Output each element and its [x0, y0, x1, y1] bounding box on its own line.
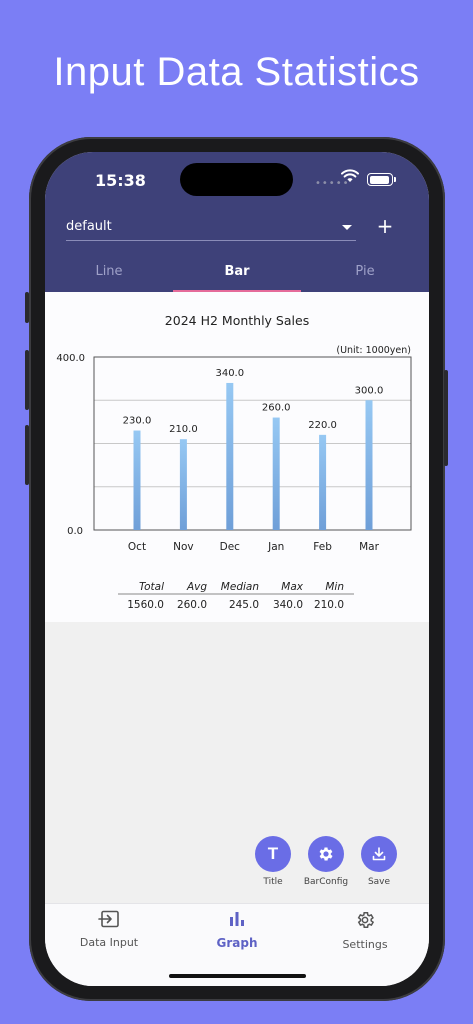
y-tick-label-max: 400.0	[56, 353, 85, 364]
y-tick-label-min: 0.0	[67, 526, 83, 537]
power-button	[444, 370, 448, 466]
nav-data-input[interactable]: Data Input	[45, 910, 173, 949]
title-button[interactable]: T	[255, 836, 291, 872]
x-tick-label: Dec	[220, 541, 241, 553]
add-dataset-button[interactable]: +	[375, 214, 395, 238]
nav-graph[interactable]: Graph	[173, 910, 301, 950]
bar	[226, 382, 234, 530]
x-tick-label: Jan	[267, 541, 284, 553]
action-title-group: T Title	[243, 836, 303, 887]
tab-bar[interactable]: Bar	[173, 264, 301, 279]
input-icon	[98, 910, 119, 928]
stats-header: Avg	[186, 581, 207, 593]
tab-pie[interactable]: Pie	[301, 264, 429, 279]
stats-header: Min	[325, 581, 344, 593]
x-tick-label: Feb	[313, 541, 332, 553]
download-icon	[372, 847, 386, 861]
battery-icon	[367, 173, 396, 186]
chart-card: 2024 H2 Monthly Sales (Unit: 1000yen) 40…	[45, 292, 429, 622]
nav-settings[interactable]: Settings	[301, 910, 429, 951]
action-save-group: Save	[349, 836, 409, 887]
stats-header: Total	[139, 581, 164, 593]
bar	[272, 417, 280, 530]
bar-value-label: 260.0	[262, 403, 291, 414]
x-tick-label: Mar	[359, 541, 379, 553]
nav-data-input-label: Data Input	[79, 936, 139, 949]
stats-value: 1560.0	[127, 599, 164, 611]
dataset-dropdown[interactable]: default	[66, 218, 356, 241]
action-barconfig-group: BarConfig	[296, 836, 356, 887]
gear-icon	[319, 847, 333, 861]
dynamic-island	[180, 163, 293, 196]
nav-graph-label: Graph	[216, 936, 258, 950]
chevron-down-icon	[342, 225, 352, 230]
volume-up-button	[25, 350, 29, 410]
bar-chart: 2024 H2 Monthly Sales (Unit: 1000yen) 40…	[56, 313, 412, 611]
home-indicator	[169, 974, 306, 978]
bar-value-label: 340.0	[215, 368, 244, 379]
bar-value-label: 300.0	[355, 385, 384, 396]
settings-gear-icon	[357, 912, 375, 928]
promo-title: Input Data Statistics	[53, 50, 420, 94]
bar	[133, 430, 141, 530]
status-time: 15:38	[95, 171, 146, 190]
tab-line[interactable]: Line	[45, 264, 173, 279]
x-tick-label: Nov	[173, 541, 194, 553]
mute-switch	[25, 292, 29, 323]
stats-value: 340.0	[273, 599, 303, 611]
chart-title: 2024 H2 Monthly Sales	[165, 313, 309, 328]
stats-value: 260.0	[177, 599, 207, 611]
title-icon: T	[267, 844, 279, 863]
stats-value: 245.0	[229, 599, 259, 611]
bar-chart-icon	[230, 912, 244, 926]
save-button[interactable]	[361, 836, 397, 872]
bar	[179, 439, 187, 530]
bar	[319, 434, 327, 530]
bottom-navigation: Data Input Graph Settings	[45, 903, 429, 986]
x-tick-label: Oct	[128, 541, 146, 553]
stats-header: Max	[281, 581, 303, 593]
app-header: 15:38 ••••• default + Line Bar Pie	[45, 152, 429, 292]
phone-screen: 15:38 ••••• default + Line Bar Pie 2024 …	[45, 152, 429, 986]
bar-config-button-label: BarConfig	[303, 877, 349, 887]
stats-header: Median	[221, 581, 259, 593]
bar-config-button[interactable]	[308, 836, 344, 872]
unit-note: (Unit: 1000yen)	[336, 345, 411, 356]
bar-value-label: 220.0	[308, 420, 337, 431]
save-button-label: Save	[367, 877, 391, 887]
nav-settings-label: Settings	[342, 938, 388, 951]
stats-value: 210.0	[314, 599, 344, 611]
wifi-icon	[341, 169, 359, 182]
dataset-value: default	[66, 219, 112, 234]
bar	[365, 400, 373, 530]
bar-value-label: 230.0	[123, 416, 152, 427]
volume-down-button	[25, 425, 29, 485]
title-button-label: Title	[263, 877, 283, 887]
bar-value-label: 210.0	[169, 424, 198, 435]
